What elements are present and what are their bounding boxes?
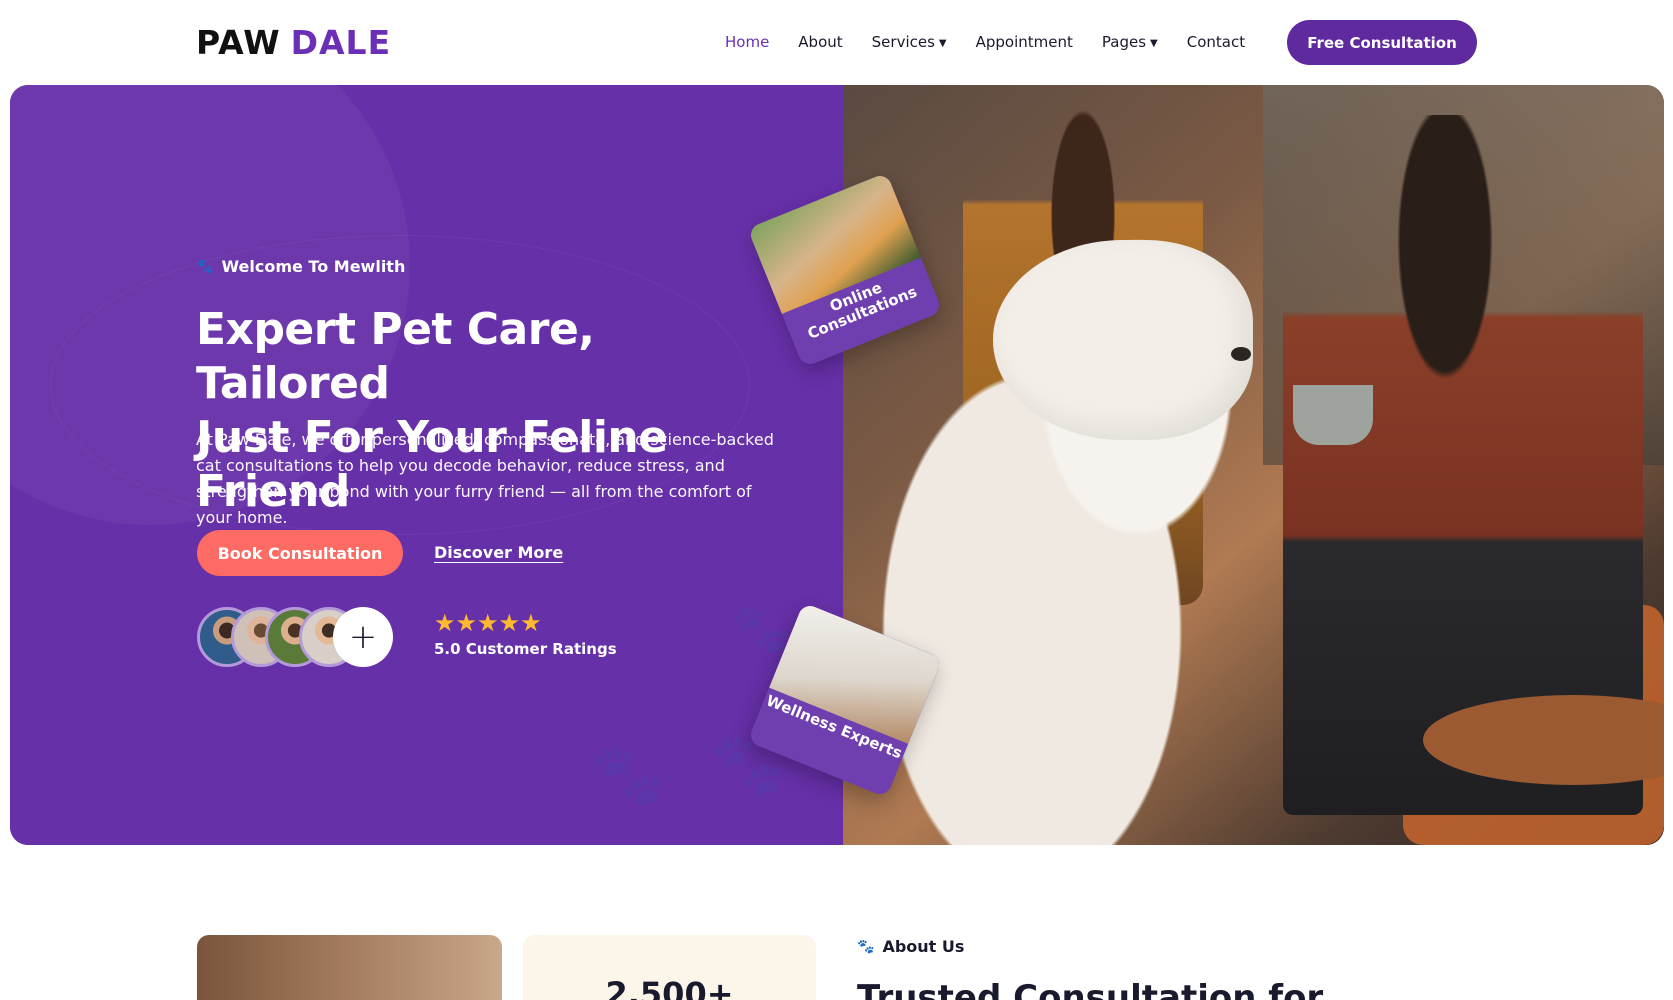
nav-about-label: About: [798, 33, 843, 51]
hero-eyebrow-text: Welcome To Mewlith: [221, 257, 406, 276]
hero-eyebrow: 🐾 Welcome To Mewlith: [196, 257, 405, 276]
nav-pages-label: Pages: [1101, 33, 1147, 51]
nav-home[interactable]: Home: [725, 30, 769, 54]
book-consultation-button[interactable]: Book Consultation: [197, 530, 403, 576]
chevron-down-icon: ▼: [1150, 37, 1158, 49]
discover-more-link[interactable]: Discover More: [434, 543, 563, 562]
nav-services[interactable]: Services ▼: [872, 30, 947, 54]
logo-text-dale: DALE: [290, 22, 392, 62]
hero-description: At Paw Dale, we offer personalized, comp…: [196, 430, 774, 527]
about-image: [197, 935, 502, 1000]
nav-pages[interactable]: Pages ▼: [1102, 30, 1158, 54]
paw-icon: 🐾: [857, 938, 875, 955]
about-eyebrow-text: About Us: [882, 937, 965, 956]
nav-home-label: Home: [725, 33, 770, 51]
hero-section: 🐾 🐾 🐾 🐾 Welcome To Mewlith Expert Pet Ca…: [10, 85, 1664, 845]
nav-appointment-label: Appointment: [975, 33, 1073, 51]
hero-photo: [843, 85, 1664, 845]
main-nav: Home About Services ▼ Appointment Pages ▼ …: [725, 30, 1274, 54]
photo-dog-head: [993, 240, 1253, 440]
about-title: Trusted Consultation for: [857, 978, 1324, 1000]
photo-cup: [1293, 385, 1373, 445]
plus-icon[interactable]: +: [333, 607, 393, 667]
nav-contact[interactable]: Contact: [1187, 30, 1245, 54]
free-consultation-button[interactable]: Free Consultation: [1287, 20, 1477, 65]
logo-text-paw: PAW: [196, 22, 281, 62]
rating-label: 5.0 Customer Ratings: [434, 640, 617, 658]
hero-headline-line1: Expert Pet Care, Tailored: [196, 304, 595, 409]
stat-value: 2,500+: [605, 975, 734, 1000]
nav-contact-label: Contact: [1186, 33, 1246, 51]
site-header: PAW DALE Home About Services ▼ Appointmen…: [0, 0, 1673, 85]
stat-card: 2,500+: [523, 935, 816, 1000]
paw-icon: 🐾: [730, 601, 790, 657]
chevron-down-icon: ▼: [938, 37, 947, 49]
photo-dog-nose: [1231, 347, 1251, 361]
nav-services-label: Services: [871, 33, 935, 51]
logo[interactable]: PAW DALE: [196, 22, 392, 62]
about-eyebrow: 🐾 About Us: [857, 937, 964, 956]
paw-icon: 🐾: [196, 258, 214, 275]
rating-stars: ★★★★★: [434, 609, 542, 637]
customer-avatars: +: [197, 607, 397, 667]
paw-icon: 🐾: [590, 740, 665, 810]
nav-about[interactable]: About: [798, 30, 842, 54]
nav-appointment[interactable]: Appointment: [976, 30, 1073, 54]
